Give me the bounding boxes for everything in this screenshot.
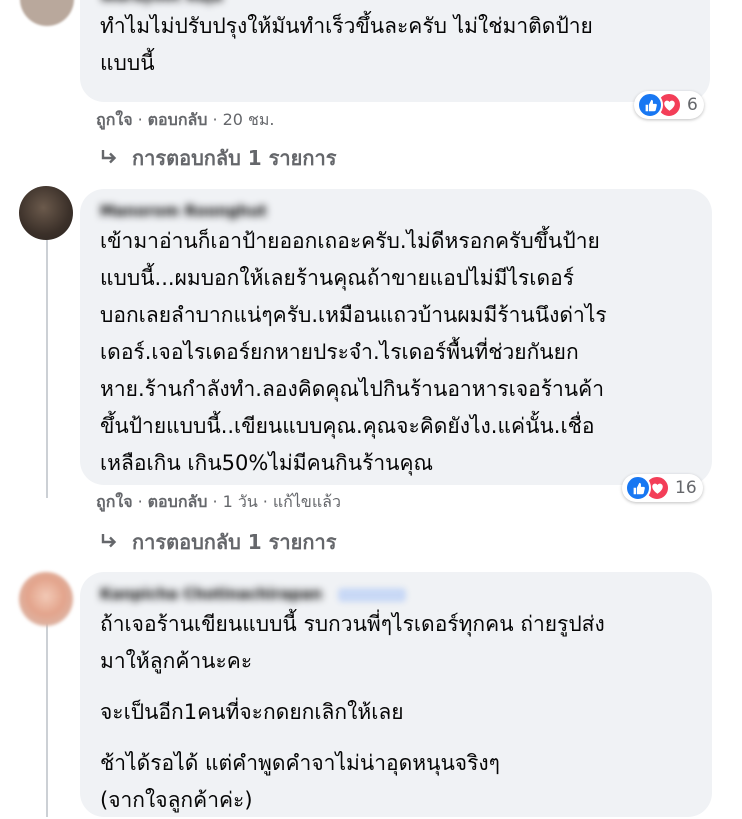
reply-arrow-icon — [100, 527, 118, 557]
reply-link[interactable]: ตอบกลับ — [148, 110, 208, 129]
comment-author[interactable]: Warayoot Raja — [100, 0, 688, 8]
comment-paragraph: ทำไมไม่ปรับปรุงให้มันทำเร็วขึ้นละครับ ไม… — [100, 14, 593, 75]
view-replies-link[interactable]: การตอบกลับ 1 รายการ — [100, 527, 336, 557]
comment-paragraph: จะเป็นอีก1คนที่จะกดยกเลิกให้เลย — [100, 700, 404, 724]
replies-label: การตอบกลับ 1 รายการ — [132, 146, 337, 170]
like-reaction-icon — [625, 475, 651, 501]
comment-paragraph: เข้ามาอ่านก็เอาป้ายออกเถอะครับ.ไม่ดีหรอก… — [100, 229, 607, 475]
like-link[interactable]: ถูกใจ — [96, 110, 133, 129]
edited-label[interactable]: แก้ไขแล้ว — [273, 492, 341, 511]
comment-paragraph: ถ้าเจอร้านเขียนแบบนี้ รบกวนพี่ๆไรเดอร์ทุ… — [100, 612, 605, 673]
avatar[interactable] — [19, 572, 73, 626]
reply-link[interactable]: ตอบกลับ — [148, 492, 208, 511]
avatar[interactable] — [20, 0, 74, 26]
comment-paragraph: ช้าได้รอได้ แต่คำพูดคำจาไม่น่าอุดหนุนจริ… — [100, 751, 500, 812]
like-link[interactable]: ถูกใจ — [96, 492, 133, 511]
author-badge — [338, 587, 407, 602]
comment-actions: ถูกใจ · ตอบกลับ · 20 ชม. — [96, 110, 275, 129]
view-replies-link[interactable]: การตอบกลับ 1 รายการ — [100, 143, 336, 173]
comment-time[interactable]: 20 ชม. — [223, 110, 275, 129]
reaction-count: 16 — [675, 478, 697, 498]
thread-line — [46, 622, 48, 817]
comment-text: ทำไมไม่ปรับปรุงให้มันทำเร็วขึ้นละครับ ไม… — [100, 8, 688, 82]
avatar[interactable] — [19, 186, 73, 240]
comment-bubble: Manorom Roonghut เข้ามาอ่านก็เอาป้ายออกเ… — [80, 189, 712, 485]
comment-text: ถ้าเจอร้านเขียนแบบนี้ รบกวนพี่ๆไรเดอร์ทุ… — [100, 606, 690, 819]
reaction-summary[interactable]: 6 — [634, 91, 704, 119]
replies-label: การตอบกลับ 1 รายการ — [132, 530, 337, 554]
comment-author-name[interactable]: Kanpicha Chotinachirapan — [100, 582, 322, 606]
comment-text: เข้ามาอ่านก็เอาป้ายออกเถอะครับ.ไม่ดีหรอก… — [100, 223, 690, 482]
thread-line — [46, 238, 48, 498]
reply-arrow-icon — [100, 143, 118, 173]
comment-author: Kanpicha Chotinachirapan — [100, 582, 690, 606]
comment-bubble: Warayoot Raja ทำไมไม่ปรับปรุงให้มันทำเร็… — [80, 0, 710, 102]
comment-actions: ถูกใจ · ตอบกลับ · 1 วัน · แก้ไขแล้ว — [96, 492, 341, 511]
comment-time[interactable]: 1 วัน — [223, 492, 258, 511]
reaction-summary[interactable]: 16 — [622, 474, 703, 502]
reaction-count: 6 — [687, 95, 698, 115]
comment-author[interactable]: Manorom Roonghut — [100, 199, 690, 223]
like-reaction-icon — [637, 92, 663, 118]
comment-bubble: Kanpicha Chotinachirapan ถ้าเจอร้านเขียน… — [80, 572, 712, 817]
